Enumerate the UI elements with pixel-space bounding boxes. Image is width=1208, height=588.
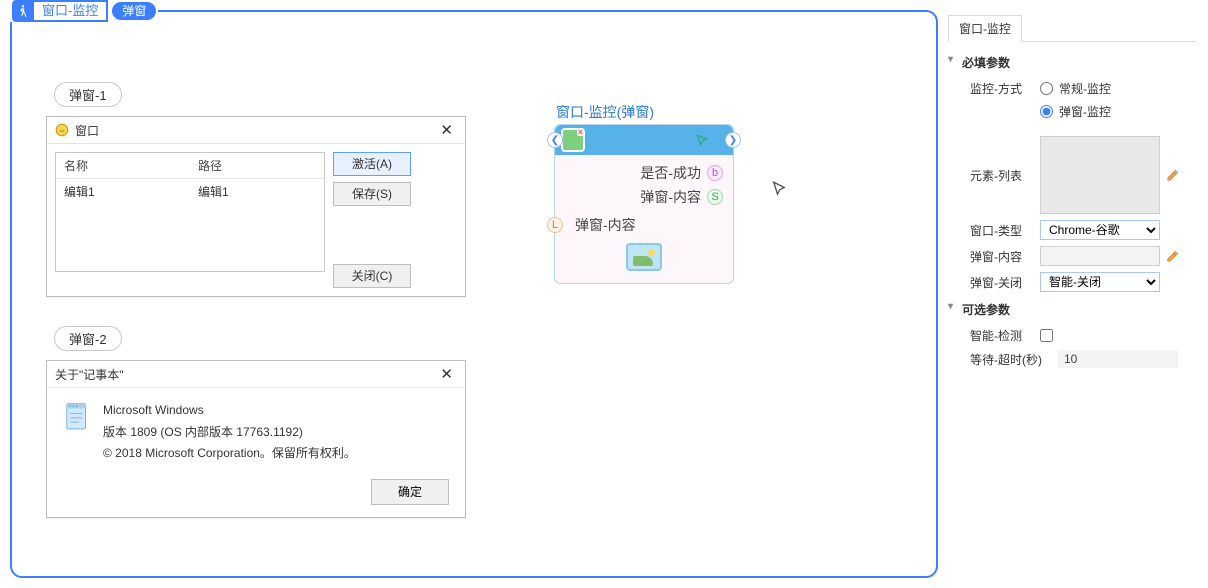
- dialog-1-titlebar[interactable]: 窗口 ✕: [47, 117, 465, 144]
- popup-content-input[interactable]: [1040, 246, 1160, 266]
- edit-icon[interactable]: [1166, 249, 1180, 263]
- timeout-value[interactable]: 10: [1058, 350, 1178, 368]
- panel-tabs: 窗口-监控: [948, 14, 1196, 42]
- port-l-icon[interactable]: L: [547, 217, 563, 233]
- window-type-select[interactable]: Chrome-谷歌: [1040, 220, 1160, 240]
- target-icon: [561, 128, 585, 152]
- node-title: 窗口-监控(弹窗): [556, 102, 654, 122]
- element-list-box[interactable]: [1040, 136, 1160, 214]
- chevron-right-icon[interactable]: ❯: [725, 132, 741, 148]
- ok-button[interactable]: 确定: [371, 479, 449, 505]
- table-row[interactable]: 编辑1 编辑1: [56, 179, 324, 204]
- close-icon[interactable]: ✕: [436, 121, 457, 139]
- col-name: 名称: [56, 153, 190, 178]
- node-out-content: 弹窗-内容: [640, 187, 701, 207]
- about-line-2: 版本 1809 (OS 内部版本 17763.1192): [103, 422, 356, 444]
- port-s-icon[interactable]: S: [707, 189, 723, 205]
- dialog-2-title: 关于"记事本": [55, 366, 124, 383]
- workflow-node[interactable]: ❮ ❯ 是否-成功b 弹窗-内容S L弹窗-内容: [554, 124, 734, 284]
- canvas-title: 窗口-监控: [34, 0, 108, 22]
- walk-icon: [12, 0, 34, 22]
- canvas-badge: 弹窗: [112, 2, 156, 20]
- dialog-1-title: 窗口: [75, 122, 99, 139]
- col-path: 路径: [190, 153, 324, 178]
- save-button[interactable]: 保存(S): [333, 182, 411, 206]
- about-line-1: Microsoft Windows: [103, 400, 356, 422]
- section-optional[interactable]: 可选参数: [948, 295, 1196, 324]
- dialog-2-titlebar[interactable]: 关于"记事本" ✕: [47, 361, 465, 388]
- canvas-header: 窗口-监控 弹窗: [10, 0, 158, 22]
- label-popup-content: 弹窗-内容: [970, 248, 1034, 265]
- cursor-icon: [695, 133, 709, 147]
- dialog-window-2: 关于"记事本" ✕ Microsoft Windows 版本 1809 (OS …: [46, 360, 466, 518]
- close-icon[interactable]: ✕: [436, 365, 457, 383]
- chevron-left-icon[interactable]: ❮: [547, 132, 563, 148]
- label-smart-detect: 智能-检测: [970, 327, 1034, 344]
- close-button[interactable]: 关闭(C): [333, 264, 411, 288]
- chip-popup-2: 弹窗-2: [54, 326, 122, 351]
- workflow-canvas[interactable]: 窗口-监控 弹窗 弹窗-1 窗口 ✕ 名称 路径 编辑1 编辑1: [10, 10, 938, 578]
- dialog-window-1: 窗口 ✕ 名称 路径 编辑1 编辑1 激活(A) 保存(S) 关闭(C): [46, 116, 466, 297]
- cursor-icon: [770, 180, 788, 198]
- tab-window-monitor[interactable]: 窗口-监控: [948, 15, 1022, 42]
- label-monitor-mode: 监控-方式: [970, 80, 1034, 97]
- label-window-type: 窗口-类型: [970, 222, 1034, 239]
- label-timeout: 等待-超时(秒): [970, 351, 1052, 368]
- image-placeholder-icon: [626, 243, 662, 271]
- label-element-list: 元素-列表: [970, 167, 1034, 184]
- app-icon: [55, 123, 69, 137]
- smart-detect-checkbox[interactable]: [1040, 329, 1053, 342]
- radio-normal-monitor[interactable]: 常规-监控: [1040, 80, 1111, 97]
- port-b-icon[interactable]: b: [707, 165, 723, 181]
- notepad-icon: [63, 400, 91, 434]
- label-popup-close: 弹窗-关闭: [970, 274, 1034, 291]
- edit-icon[interactable]: [1166, 168, 1180, 182]
- property-panel: 窗口-监控 必填参数 监控-方式 常规-监控 弹窗-监控 元素-列表 窗口-类型…: [948, 14, 1196, 371]
- radio-popup-monitor[interactable]: 弹窗-监控: [1040, 103, 1111, 120]
- chip-popup-1: 弹窗-1: [54, 82, 122, 107]
- activate-button[interactable]: 激活(A): [333, 152, 411, 176]
- node-out-success: 是否-成功: [640, 163, 701, 183]
- node-header[interactable]: ❮ ❯: [555, 125, 733, 155]
- list-box[interactable]: 名称 路径 编辑1 编辑1: [55, 152, 325, 272]
- popup-close-select[interactable]: 智能-关闭: [1040, 272, 1160, 292]
- section-required[interactable]: 必填参数: [948, 48, 1196, 77]
- about-line-3: © 2018 Microsoft Corporation。保留所有权利。: [103, 443, 356, 465]
- node-in-content: 弹窗-内容: [575, 215, 636, 235]
